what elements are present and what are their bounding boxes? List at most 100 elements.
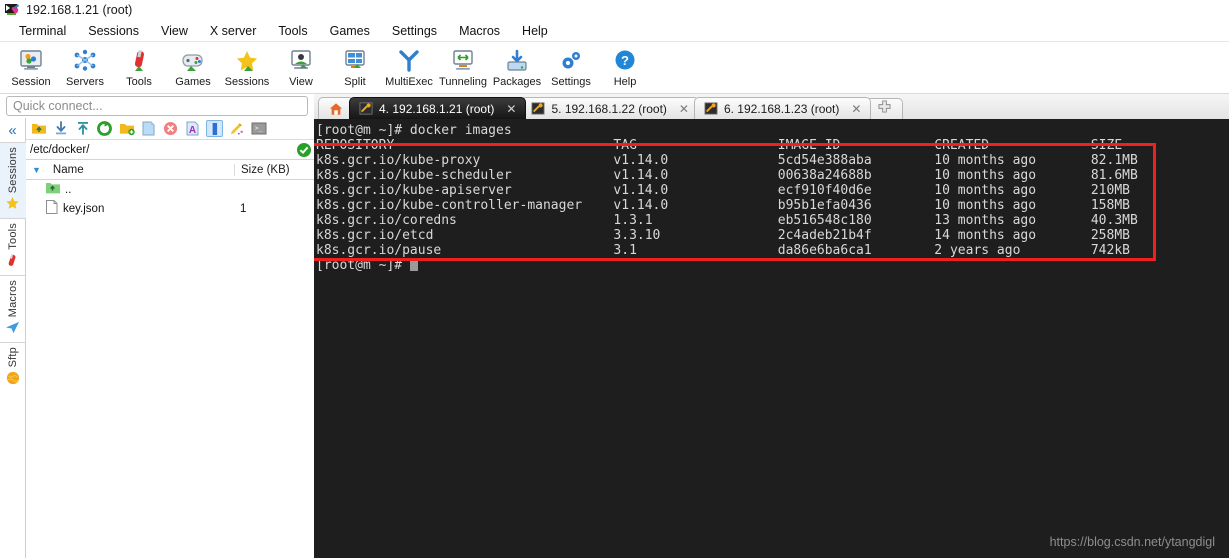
menu-terminal[interactable]: Terminal (8, 22, 77, 40)
menu-help[interactable]: Help (511, 22, 559, 40)
list-item[interactable]: .. (26, 180, 314, 199)
rail-label-sftp: Sftp (6, 347, 19, 368)
swiss-knife-icon (5, 253, 20, 271)
plus-tab-icon (877, 100, 892, 118)
mobaxterm-app-icon (4, 2, 20, 18)
toolbar-button-tools[interactable]: Tools (112, 45, 166, 88)
main-toolbar: Session Servers Tools Games Sessions Vie… (0, 42, 1229, 94)
terminal-line-trailing-prompt: [root@m ~]# (316, 258, 1229, 273)
sftp-file-name-cell: .. (26, 182, 234, 197)
toolbar-button-packages[interactable]: Packages (490, 45, 544, 88)
toolbar-label-tools: Tools (126, 76, 152, 88)
toolbar-button-session[interactable]: Session (4, 45, 58, 88)
tab-session-5[interactable]: 5. 192.168.1.22 (root) ✕ (521, 97, 699, 119)
new-folder-icon[interactable] (118, 120, 135, 137)
sftp-column-name[interactable]: ▼ Name (26, 164, 234, 176)
list-item[interactable]: key.json 1 (26, 199, 314, 218)
ssh-key-icon (359, 102, 373, 115)
text-edit-icon[interactable]: A (184, 120, 201, 137)
toolbar-button-tunneling[interactable]: Tunneling (436, 45, 490, 88)
menu-settings[interactable]: Settings (381, 22, 448, 40)
rail-tab-sessions[interactable]: Sessions (0, 142, 26, 219)
toolbar-button-help[interactable]: ? Help (598, 45, 652, 88)
toolbar-button-split[interactable]: Split (328, 45, 382, 88)
terminal-output[interactable]: [root@m ~]# docker images REPOSITORY TAG… (314, 119, 1229, 558)
terminal-tab-strip: 4. 192.168.1.21 (root) ✕ 5. 192.168.1.22… (314, 94, 1229, 119)
menu-sessions[interactable]: Sessions (77, 22, 150, 40)
download-icon[interactable] (52, 120, 69, 137)
quick-connect-input[interactable]: Quick connect... (6, 96, 308, 116)
ssh-key-icon (531, 102, 545, 115)
toolbar-label-split: Split (344, 76, 366, 88)
toolbar-button-settings[interactable]: Settings (544, 45, 598, 88)
ssh-key-icon (704, 102, 718, 115)
refresh-icon[interactable] (96, 120, 113, 137)
follow-terminal-folder-icon[interactable] (206, 120, 223, 137)
left-lower: « Sessions Tools Macros Sftp A >_ /etc/d… (0, 118, 314, 558)
tab-label: 4. 192.168.1.21 (root) (379, 101, 495, 116)
watermark-text: https://blog.csdn.net/ytangdigl (1049, 535, 1215, 549)
menu-macros[interactable]: Macros (448, 22, 511, 40)
menu-view[interactable]: View (150, 22, 199, 40)
toolbar-label-session: Session (11, 76, 51, 88)
upload-icon[interactable] (74, 120, 91, 137)
tab-session-6[interactable]: 6. 192.168.1.23 (root) ✕ (693, 97, 872, 119)
close-icon[interactable]: ✕ (679, 102, 689, 116)
rail-tab-macros[interactable]: Macros (0, 274, 26, 342)
toolbar-button-multiexec[interactable]: MultiExec (382, 45, 436, 88)
title-bar: 192.168.1.21 (root) (0, 0, 1229, 20)
menu-tools[interactable]: Tools (267, 22, 318, 40)
star-icon (5, 196, 20, 214)
globe-icon (6, 371, 20, 388)
terminal-row: k8s.gcr.io/kube-scheduler v1.14.0 00638a… (316, 168, 1138, 183)
terminal-line-header: REPOSITORY TAG IMAGE ID CREATED SIZE (316, 138, 1229, 153)
sftp-panel: A >_ /etc/docker/ ▼ Name Size (KB) .. ke… (26, 118, 314, 558)
tools-icon (126, 47, 152, 75)
sftp-file-name-cell: key.json (26, 200, 234, 217)
parent-folder-icon[interactable] (30, 120, 47, 137)
double-chevron-left-icon[interactable]: « (8, 120, 16, 142)
paper-plane-icon (5, 320, 20, 338)
parent-folder-icon (46, 182, 60, 197)
menu-games[interactable]: Games (319, 22, 381, 40)
main-area: Quick connect... « Sessions Tools Macros… (0, 94, 1229, 558)
add-tab-button[interactable] (866, 98, 904, 119)
close-icon[interactable]: ✕ (506, 102, 516, 116)
packages-icon (504, 47, 530, 75)
games-icon (180, 47, 206, 75)
toolbar-label-tunneling: Tunneling (439, 76, 487, 88)
toolbar-button-games[interactable]: Games (166, 45, 220, 88)
servers-icon (72, 47, 98, 75)
multiexec-icon (396, 47, 422, 75)
sessions-star-icon (234, 47, 260, 75)
sftp-path-input[interactable]: /etc/docker/ (30, 144, 296, 156)
sftp-column-size[interactable]: Size (KB) (234, 163, 296, 176)
toolbar-button-servers[interactable]: Servers (58, 45, 112, 88)
tab-session-4[interactable]: 4. 192.168.1.21 (root) ✕ (349, 97, 527, 119)
file-icon (46, 200, 58, 217)
sftp-empty-area[interactable] (26, 218, 314, 558)
open-terminal-icon[interactable]: >_ (250, 120, 267, 137)
settings-gear-icon (558, 47, 584, 75)
menu-x-server[interactable]: X server (199, 22, 268, 40)
sftp-file-label: .. (65, 183, 72, 196)
terminal-row: k8s.gcr.io/coredns 1.3.1 eb516548c180 13… (316, 213, 1138, 228)
svg-text:A: A (189, 125, 196, 136)
rail-tab-sftp[interactable]: Sftp (0, 342, 26, 391)
rail-tab-tools[interactable]: Tools (0, 218, 26, 275)
new-file-icon[interactable] (140, 120, 157, 137)
toolbar-button-view[interactable]: View (274, 45, 328, 88)
close-icon[interactable]: ✕ (851, 102, 861, 116)
toolbar-button-sessions[interactable]: Sessions (220, 45, 274, 88)
terminal-cursor (409, 259, 418, 271)
toolbar-label-help: Help (613, 76, 637, 88)
toolbar-label-servers: Servers (66, 76, 104, 88)
rail-label-tools: Tools (6, 223, 19, 250)
delete-icon[interactable] (162, 120, 179, 137)
terminal-image-rows: k8s.gcr.io/kube-proxy v1.14.0 5cd54e388a… (316, 153, 1229, 258)
sftp-file-label: key.json (63, 202, 105, 215)
toolbar-label-sessions: Sessions (224, 76, 270, 88)
permissions-icon[interactable] (228, 120, 245, 137)
caret-down-icon: ▼ (32, 164, 41, 175)
sftp-column-name-label: Name (52, 163, 84, 176)
